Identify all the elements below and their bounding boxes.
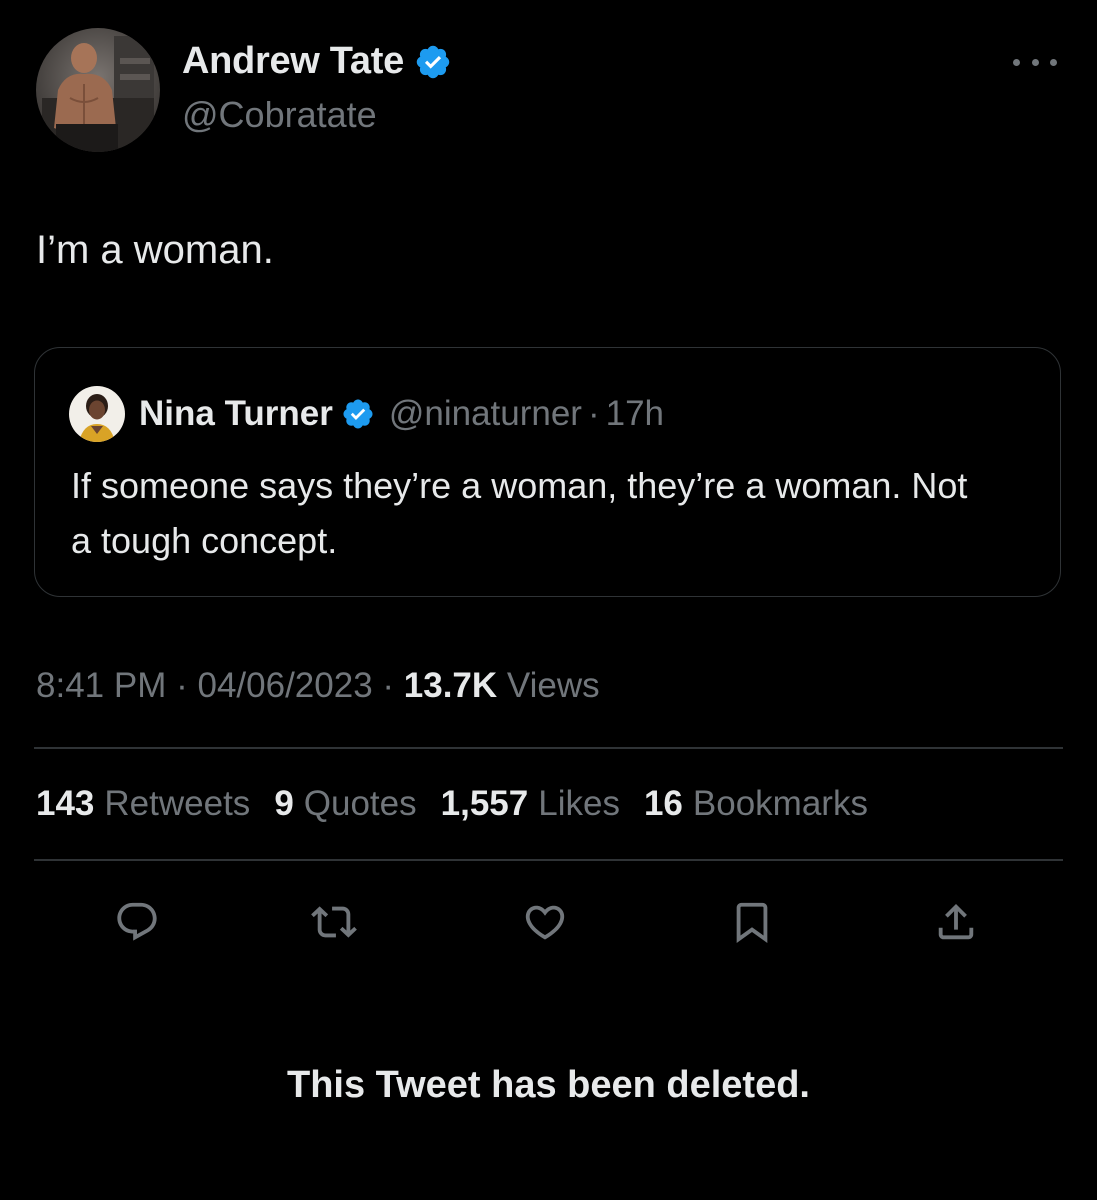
quoted-tweet-text: If someone says they’re a woman, they’re…: [71, 465, 968, 561]
views-label: Views: [506, 666, 600, 705]
like-icon: [525, 905, 565, 940]
bookmark-button[interactable]: [726, 896, 778, 948]
divider: [34, 859, 1063, 861]
bookmark-icon: [736, 902, 768, 943]
tweet-meta: 8:41 PM · 04/06/2023 · 13.7K Views: [36, 666, 600, 706]
author-name-row[interactable]: Andrew Tate: [182, 40, 452, 83]
quoted-author-name[interactable]: Nina Turner: [139, 394, 333, 434]
share-button[interactable]: [930, 896, 982, 948]
author-handle[interactable]: @Cobratate: [182, 94, 377, 136]
more-horizontal-icon-dot: [1031, 58, 1039, 66]
quotes-stat[interactable]: 9 Quotes: [274, 784, 416, 824]
quotes-label: Quotes: [303, 784, 417, 823]
quoted-tweet-header: Nina Turner @ninaturner · 17h: [69, 386, 664, 442]
quotes-count: 9: [274, 784, 294, 823]
retweets-count: 143: [36, 784, 95, 823]
quoted-author-handle[interactable]: @ninaturner: [389, 394, 582, 434]
reply-icon: [117, 902, 157, 941]
quoted-verified-badge-icon: [343, 399, 373, 429]
more-horizontal-icon-dot: [1050, 58, 1057, 66]
reply-button[interactable]: [111, 896, 163, 948]
more-horizontal-icon: [1013, 58, 1020, 66]
tweet-text: I’m a woman.: [36, 228, 274, 272]
quoted-tweet-card[interactable]: Nina Turner @ninaturner · 17h If someone…: [34, 347, 1061, 597]
bookmarks-count: 16: [643, 784, 683, 823]
quoted-timestamp[interactable]: 17h: [606, 394, 664, 434]
likes-count: 1,557: [440, 784, 529, 823]
author-name[interactable]: Andrew Tate: [182, 40, 404, 83]
engagement-stats: 143 Retweets 9 Quotes 1,557 Likes 16 Bookmar…: [36, 784, 868, 824]
likes-stat[interactable]: 1,557 Likes: [441, 784, 620, 824]
retweets-label: Retweets: [104, 784, 251, 823]
tweet-date[interactable]: 04/06/2023: [197, 666, 372, 705]
more-options-button[interactable]: [1013, 50, 1057, 74]
divider: [34, 747, 1063, 749]
quoted-profile-photo: [69, 386, 125, 442]
deleted-tweet-notice: This Tweet has been deleted.: [287, 1064, 810, 1106]
quoted-separator: ·: [587, 394, 600, 433]
bookmarks-stat[interactable]: 16 Bookmarks: [644, 784, 868, 824]
retweets-stat[interactable]: 143 Retweets: [36, 784, 250, 824]
meta-separator: ·: [382, 666, 395, 705]
tweet-action-bar: [0, 896, 1097, 948]
retweet-icon: [311, 906, 357, 938]
quoted-author-avatar[interactable]: [69, 386, 125, 442]
likes-label: Likes: [538, 784, 620, 823]
share-icon: [938, 903, 974, 940]
verified-badge-icon: [416, 45, 450, 78]
retweet-button[interactable]: [308, 896, 360, 948]
meta-separator: ·: [176, 666, 188, 705]
bookmarks-label: Bookmarks: [692, 784, 868, 823]
profile-photo: [36, 28, 160, 152]
views-count: 13.7K: [403, 666, 498, 705]
tweet-time[interactable]: 8:41 PM: [36, 666, 166, 705]
author-avatar[interactable]: [36, 28, 160, 152]
like-button[interactable]: [519, 896, 571, 948]
